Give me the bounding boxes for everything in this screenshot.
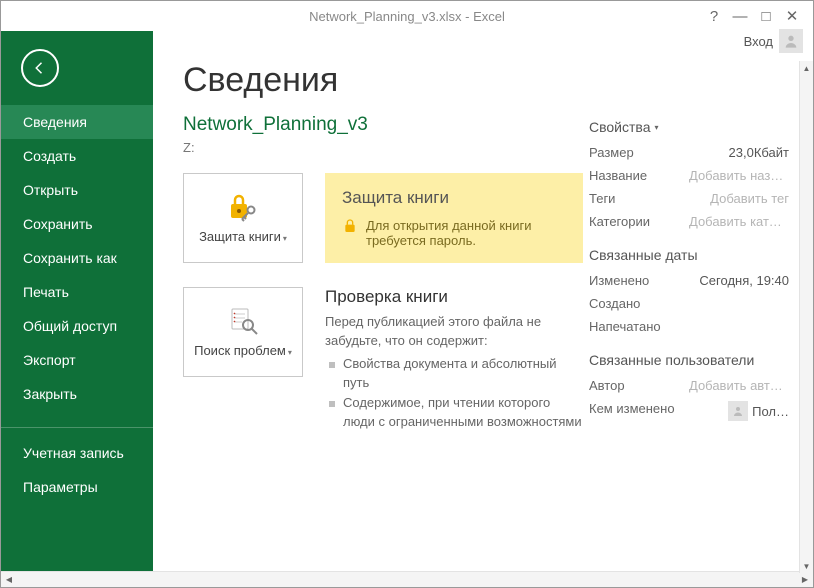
property-row: Размер 23,0Кбайт [589, 145, 789, 160]
property-value[interactable]: Добавить автора [689, 378, 789, 393]
property-key: Размер [589, 145, 634, 160]
protect-heading: Защита книги [342, 188, 566, 208]
person-avatar-icon [728, 401, 748, 421]
titlebar: Network_Planning_v3.xlsx - Excel ? — □ ✕ [1, 1, 813, 31]
sidebar-footer-item[interactable]: Учетная запись [1, 436, 153, 470]
property-key: Автор [589, 378, 625, 393]
protect-workbook-button[interactable]: Защита книги▾ [183, 173, 303, 263]
property-row: Кем изменено Пол… [589, 401, 789, 421]
minimize-icon[interactable]: — [727, 5, 753, 27]
sidebar-divider [1, 427, 153, 428]
window-title: Network_Planning_v3.xlsx - Excel [309, 9, 505, 24]
scroll-up-icon[interactable]: ▲ [800, 61, 813, 75]
property-key: Категории [589, 214, 650, 229]
protect-desc: Для открытия данной книги требуется паро… [366, 218, 566, 248]
properties-panel: Свойства▾ Размер 23,0Кбайт Название Добавит… [589, 119, 789, 429]
lock-icon [342, 218, 358, 237]
titlebar-controls: ? — □ ✕ [701, 5, 805, 27]
inspect-info: Проверка книги Перед публикацией этого ф… [325, 287, 583, 434]
property-row: Автор Добавить автора [589, 378, 789, 393]
vertical-scrollbar[interactable]: ▲ ▼ [799, 61, 813, 573]
sidebar-item[interactable]: Открыть [1, 173, 153, 207]
sidebar-footer-item[interactable]: Параметры [1, 470, 153, 504]
property-row: Название Добавить название [589, 168, 789, 183]
inspect-item: Свойства документа и абсолютный путь [325, 355, 583, 393]
sidebar-item[interactable]: Сохранить [1, 207, 153, 241]
backstage-window: Network_Planning_v3.xlsx - Excel ? — □ ✕… [0, 0, 814, 588]
properties-heading[interactable]: Свойства▾ [589, 119, 789, 135]
inspect-button[interactable]: Поиск проблем▾ [183, 287, 303, 377]
scroll-right-icon[interactable]: ▶ [797, 575, 813, 584]
close-icon[interactable]: ✕ [779, 5, 805, 27]
maximize-icon[interactable]: □ [753, 5, 779, 27]
help-icon[interactable]: ? [701, 5, 727, 27]
page-title: Сведения [183, 61, 783, 100]
property-row: Теги Добавить тег [589, 191, 789, 206]
related-people-heading: Связанные пользователи [589, 352, 789, 368]
property-key: Создано [589, 296, 640, 311]
property-key: Напечатано [589, 319, 661, 334]
protect-button-label: Защита книги▾ [199, 229, 287, 245]
property-key: Изменено [589, 273, 649, 288]
property-row: Изменено Сегодня, 19:40 [589, 273, 789, 288]
chevron-down-icon: ▾ [654, 123, 658, 132]
scroll-down-icon[interactable]: ▼ [800, 559, 813, 573]
property-value: Пол… [728, 401, 789, 421]
related-dates-heading: Связанные даты [589, 247, 789, 263]
lock-key-icon [227, 192, 259, 225]
sidebar-item[interactable]: Экспорт [1, 343, 153, 377]
property-value[interactable]: Добавить категорию [689, 214, 789, 229]
property-key: Название [589, 168, 647, 183]
body: СведенияСоздатьОткрытьСохранитьСохранить… [1, 31, 813, 571]
inspect-item: Содержимое, при чтении которого люди с о… [325, 394, 583, 432]
property-row: Напечатано [589, 319, 789, 334]
property-value: 23,0Кбайт [729, 145, 789, 160]
scroll-left-icon[interactable]: ◀ [1, 575, 17, 584]
property-value[interactable]: Добавить название [689, 168, 789, 183]
inspect-intro: Перед публикацией этого файла не забудьт… [325, 313, 583, 351]
horizontal-scrollbar[interactable]: ◀ ▶ [1, 571, 813, 587]
property-row: Создано [589, 296, 789, 311]
inspect-button-label: Поиск проблем▾ [194, 343, 292, 359]
property-key: Теги [589, 191, 615, 206]
property-key: Кем изменено [589, 401, 675, 421]
sidebar: СведенияСоздатьОткрытьСохранитьСохранить… [1, 31, 153, 571]
main-content: Сведения Network_Planning_v3 Z: [153, 31, 813, 571]
inspect-heading: Проверка книги [325, 287, 583, 307]
property-value: Сегодня, 19:40 [699, 273, 789, 288]
sidebar-item[interactable]: Сведения [1, 105, 153, 139]
sidebar-item[interactable]: Закрыть [1, 377, 153, 411]
sidebar-item[interactable]: Сохранить как [1, 241, 153, 275]
sidebar-item[interactable]: Общий доступ [1, 309, 153, 343]
back-button[interactable] [21, 49, 59, 87]
property-value[interactable]: Добавить тег [710, 191, 789, 206]
sidebar-item[interactable]: Печать [1, 275, 153, 309]
checklist-magnifier-icon [227, 306, 259, 339]
protect-panel: Защита книги Для открытия данной книги т… [325, 173, 583, 263]
sidebar-item[interactable]: Создать [1, 139, 153, 173]
property-row: Категории Добавить категорию [589, 214, 789, 229]
